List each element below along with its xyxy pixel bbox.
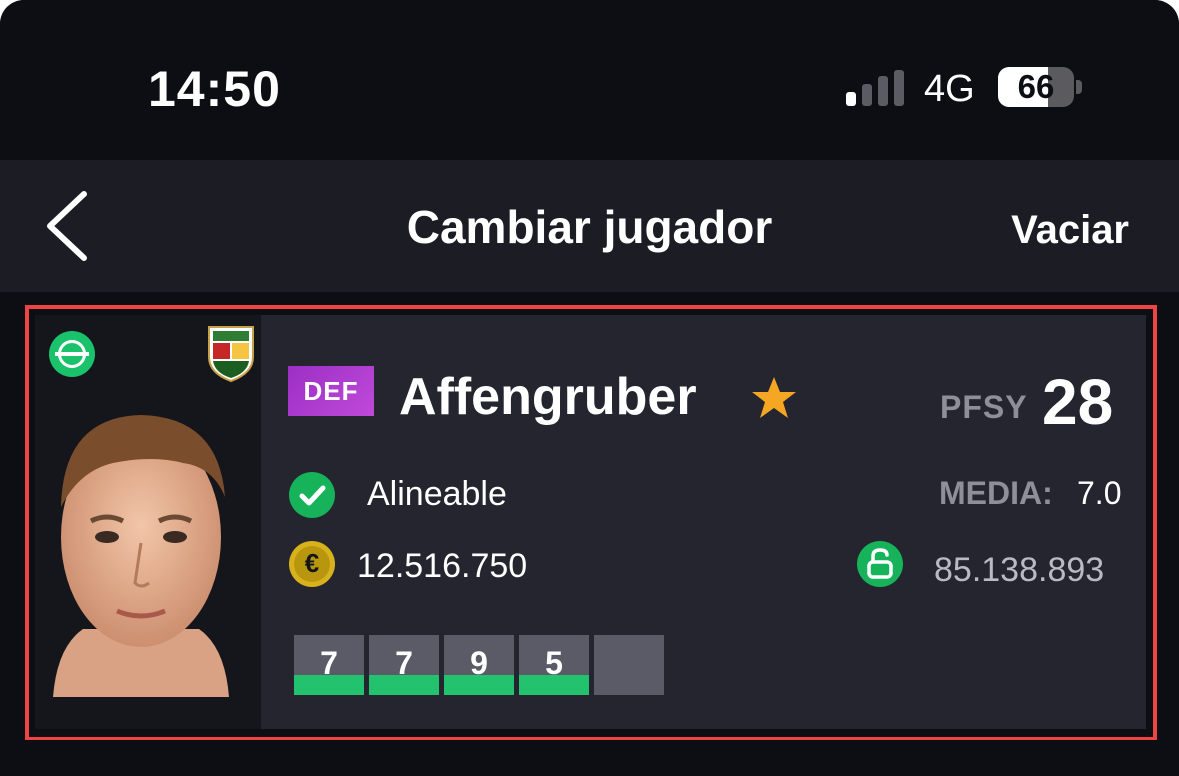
availability-status: Alineable	[367, 475, 507, 513]
app-screen: 14:50 4G 66 Cambiar jugador Vaciar DEF A…	[0, 0, 1179, 776]
player-photo-column	[35, 315, 261, 729]
player-photo	[53, 415, 229, 697]
star-icon[interactable]	[750, 375, 798, 421]
signal-icon	[846, 70, 906, 106]
media-label: MEDIA:	[939, 475, 1053, 511]
release-clause: 85.138.893	[934, 551, 1105, 589]
score-box: 7	[294, 635, 364, 695]
media-value: 7.0	[1077, 475, 1122, 511]
status-circle-icon	[49, 331, 95, 377]
check-icon	[289, 472, 335, 518]
unlock-icon	[857, 541, 903, 587]
bottom-area	[0, 740, 1179, 776]
score-box: 9	[444, 635, 514, 695]
position-badge: DEF	[288, 366, 374, 416]
score-value: 7	[395, 645, 413, 681]
battery-percent: 66	[1017, 68, 1055, 105]
battery-tip	[1076, 80, 1082, 94]
pfsy-value: 28	[1042, 366, 1114, 438]
euro-coin-icon: €	[289, 541, 335, 587]
score-value: 5	[545, 645, 563, 681]
battery-icon: 66	[998, 67, 1074, 107]
pfsy-label: PFSY	[940, 389, 1028, 425]
score-box: 7	[369, 635, 439, 695]
club-crest-icon	[208, 326, 254, 383]
player-name: Affengruber	[399, 368, 697, 426]
score-box: 5	[519, 635, 589, 695]
player-card[interactable]: DEF Affengruber PFSY 28 Alineable MEDIA:…	[35, 315, 1146, 729]
status-bar: 14:50 4G 66	[0, 0, 1179, 160]
score-value: 9	[470, 645, 488, 681]
navigation-bar: Cambiar jugador Vaciar	[0, 160, 1179, 292]
player-price: 12.516.750	[357, 547, 528, 585]
network-type: 4G	[924, 68, 975, 110]
status-time: 14:50	[148, 61, 281, 117]
score-value: 7	[320, 645, 338, 681]
score-box-empty	[594, 635, 664, 695]
page-title: Cambiar jugador	[406, 201, 773, 253]
clear-button[interactable]: Vaciar	[1011, 208, 1129, 253]
